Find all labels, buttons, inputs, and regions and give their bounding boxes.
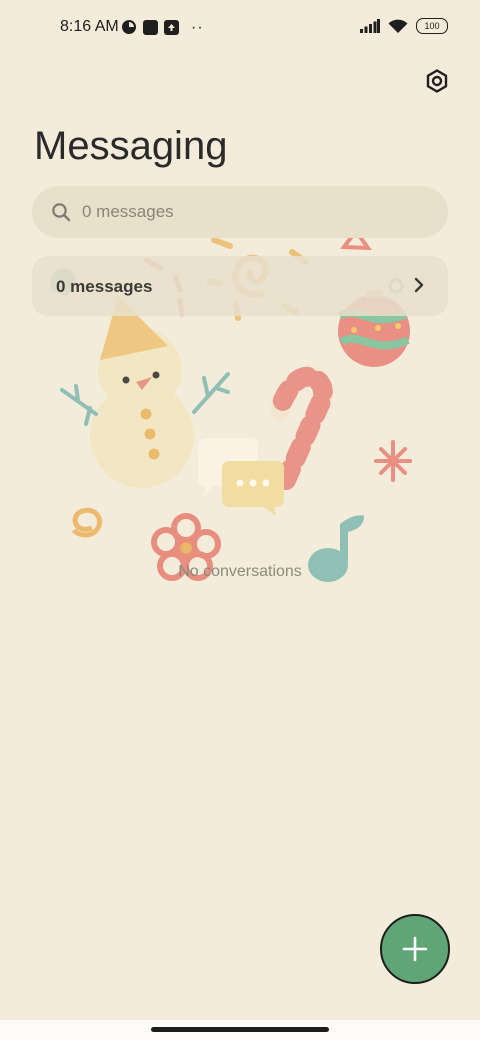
upload-icon bbox=[164, 19, 179, 35]
snowman-doodle bbox=[60, 296, 230, 488]
empty-state-text: No conversations bbox=[178, 563, 302, 580]
messages-count-label: 0 messages bbox=[56, 277, 153, 296]
spiral-doodle bbox=[71, 507, 102, 538]
search-icon bbox=[50, 201, 72, 223]
settings-hexagon-icon bbox=[426, 69, 448, 93]
signal-icon bbox=[360, 19, 380, 33]
status-bar: 8:16 AM ·· 100 bbox=[0, 0, 480, 56]
page-title: Messaging bbox=[34, 124, 228, 168]
notification-square-icon bbox=[143, 19, 158, 35]
plus-icon bbox=[402, 936, 428, 962]
home-indicator[interactable] bbox=[151, 1027, 329, 1032]
wifi-icon bbox=[388, 19, 408, 33]
chat-bubbles-icon bbox=[198, 438, 284, 516]
more-dots-icon: ·· bbox=[191, 18, 204, 36]
search-placeholder: 0 messages bbox=[82, 202, 174, 221]
search-bar[interactable]: 0 messages bbox=[32, 186, 448, 238]
star-doodle bbox=[374, 440, 412, 482]
status-icons-right: 100 bbox=[360, 18, 448, 34]
status-time: 8:16 AM bbox=[60, 18, 119, 35]
battery-icon: 100 bbox=[416, 18, 448, 34]
status-icons-left: ·· bbox=[121, 19, 204, 35]
settings-button[interactable] bbox=[420, 64, 454, 98]
candy-cane-doodle bbox=[270, 366, 333, 490]
chevron-right-icon bbox=[414, 277, 424, 293]
new-conversation-button[interactable] bbox=[380, 914, 450, 984]
data-saver-icon bbox=[122, 20, 136, 34]
messages-summary-row[interactable]: 0 messages bbox=[32, 256, 448, 316]
battery-level: 100 bbox=[424, 21, 440, 31]
